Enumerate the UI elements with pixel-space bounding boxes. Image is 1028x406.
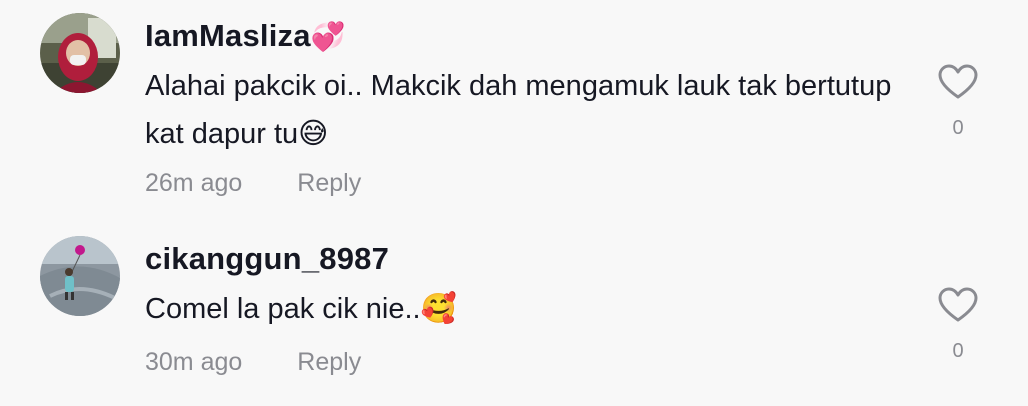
avatar-image: [40, 13, 120, 93]
like-count: 0: [952, 117, 964, 139]
comment-text: Comel la pak cik nie..🥰: [145, 293, 457, 325]
comment-text: Alahai pakcik oi.. Makcik dah mengamuk l…: [145, 70, 892, 150]
heart-outline-icon: [938, 64, 978, 99]
comment-item: IamMasliza💞 Alahai pakcik oi.. Makcik da…: [0, 0, 1028, 215]
comment-meta: 30m ago Reply: [145, 348, 361, 377]
like-button[interactable]: [938, 64, 978, 100]
comment-username[interactable]: IamMasliza💞: [145, 18, 346, 54]
comment-time: 30m ago: [145, 348, 243, 376]
like-count: 0: [952, 340, 964, 362]
username-text: IamMasliza: [145, 18, 311, 53]
heart-outline-icon: [938, 287, 978, 322]
avatar[interactable]: [40, 236, 120, 316]
comment-time: 26m ago: [145, 169, 243, 197]
comment-username[interactable]: cikanggun_8987: [145, 241, 389, 277]
username-emoji: 💞: [310, 21, 346, 52]
comment-meta: 26m ago Reply: [145, 169, 361, 198]
reply-button[interactable]: Reply: [297, 169, 361, 197]
avatar[interactable]: [40, 13, 120, 93]
username-text: cikanggun_8987: [145, 241, 390, 276]
reply-button[interactable]: Reply: [297, 348, 361, 376]
comment-item: cikanggun_8987 Comel la pak cik nie..🥰 3…: [0, 215, 1028, 406]
like-button[interactable]: [938, 287, 978, 323]
avatar-image: [40, 236, 120, 316]
